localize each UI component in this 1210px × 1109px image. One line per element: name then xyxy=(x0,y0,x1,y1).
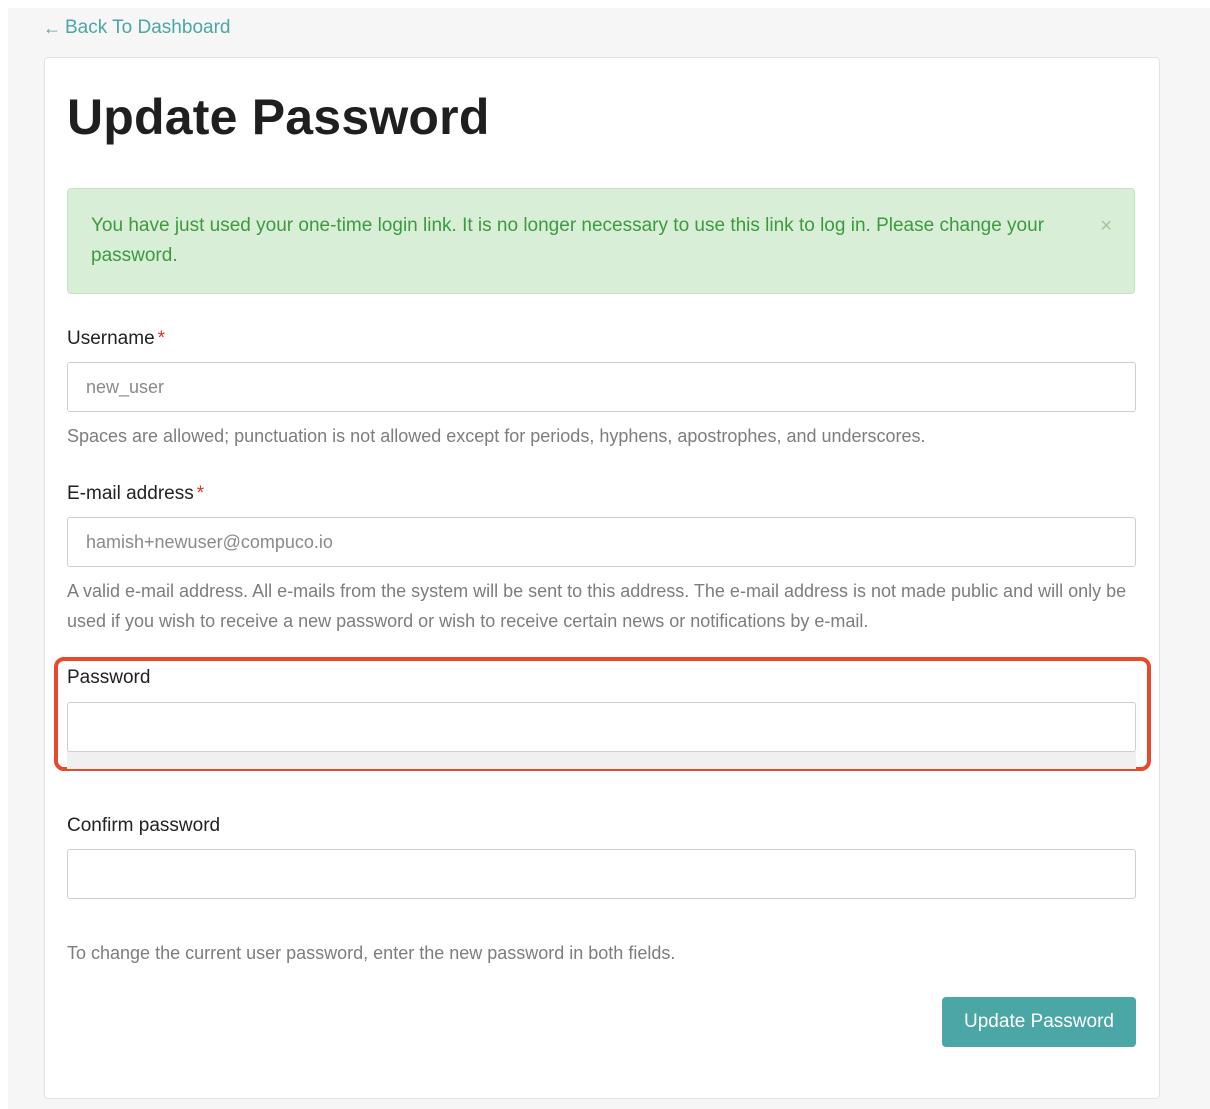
password-help-text: To change the current user password, ent… xyxy=(67,943,676,963)
confirm-password-input[interactable] xyxy=(67,849,1136,899)
email-help-text: A valid e-mail address. All e-mails from… xyxy=(67,581,1127,631)
username-input[interactable] xyxy=(67,362,1136,412)
required-marker: * xyxy=(196,483,205,504)
password-strength-bar xyxy=(67,751,1136,769)
back-to-dashboard-link[interactable]: ← Back To Dashboard xyxy=(43,17,230,39)
email-label: E-mail address * xyxy=(67,483,204,505)
alert-message: You have just used your one-time login l… xyxy=(91,215,1045,266)
confirm-password-label-text: Confirm password xyxy=(67,815,221,836)
back-link-label: Back To Dashboard xyxy=(65,17,231,38)
form-card: Update Password You have just used your … xyxy=(44,57,1160,1099)
required-marker: * xyxy=(157,328,166,349)
page-title: Update Password xyxy=(67,89,490,145)
password-label: Password xyxy=(67,667,150,689)
username-label-text: Username xyxy=(67,328,155,349)
page-background: ← Back To Dashboard Update Password You … xyxy=(8,8,1210,1109)
confirm-password-label: Confirm password xyxy=(67,815,220,837)
password-input[interactable] xyxy=(67,702,1136,752)
update-password-button[interactable]: Update Password xyxy=(942,997,1136,1047)
password-label-text: Password xyxy=(67,667,151,688)
close-icon[interactable]: × xyxy=(1100,211,1112,241)
username-help-text: Spaces are allowed; punctuation is not a… xyxy=(67,426,926,446)
email-label-text: E-mail address xyxy=(67,483,194,504)
email-input[interactable] xyxy=(67,517,1136,567)
arrow-left-icon: ← xyxy=(43,18,61,38)
username-label: Username * xyxy=(67,328,165,350)
status-alert: You have just used your one-time login l… xyxy=(67,188,1135,294)
